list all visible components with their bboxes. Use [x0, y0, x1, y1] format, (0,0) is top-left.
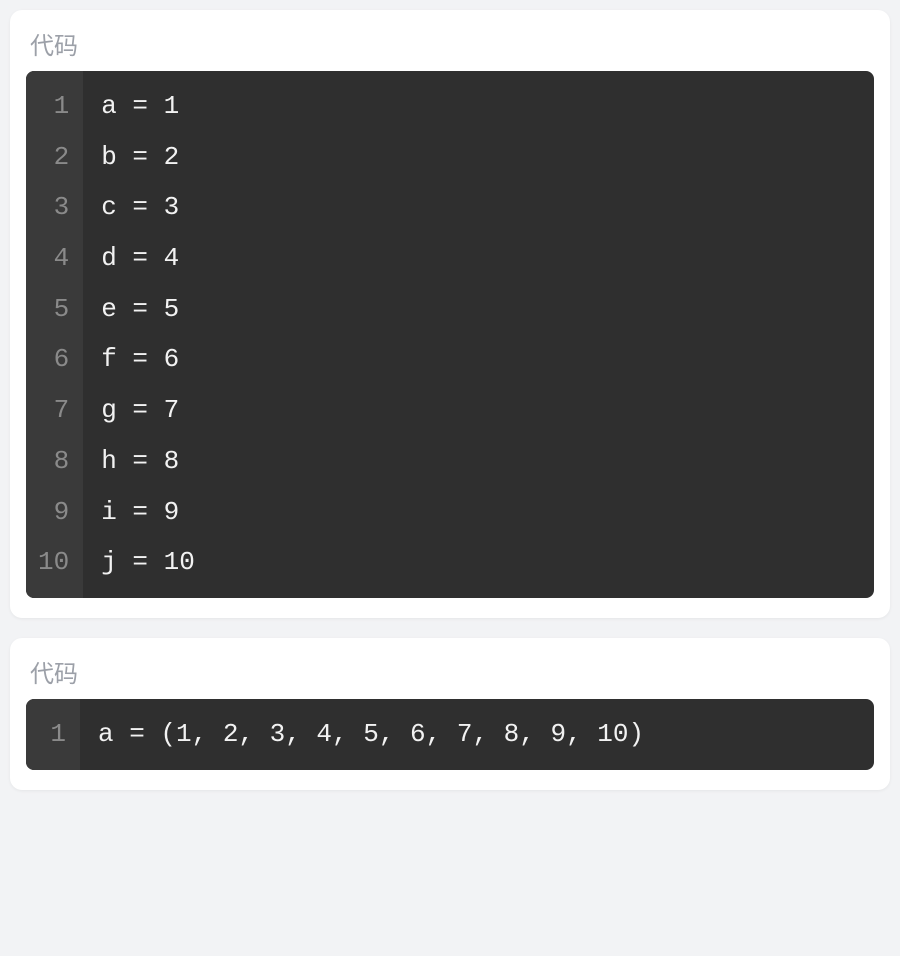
code-line: a = 1	[101, 91, 179, 121]
line-number: 4	[38, 233, 73, 284]
code-block: 1 a = (1, 2, 3, 4, 5, 6, 7, 8, 9, 10)	[26, 699, 874, 770]
line-number: 7	[38, 385, 73, 436]
code-card-title: 代码	[26, 22, 874, 71]
code-line: d = 4	[101, 243, 179, 273]
line-number: 1	[38, 709, 70, 760]
line-number: 2	[38, 132, 73, 183]
code-line: i = 9	[101, 497, 179, 527]
code-line: h = 8	[101, 446, 179, 476]
code-line: f = 6	[101, 344, 179, 374]
code-line: a = (1, 2, 3, 4, 5, 6, 7, 8, 9, 10)	[98, 719, 644, 749]
code-content[interactable]: a = (1, 2, 3, 4, 5, 6, 7, 8, 9, 10)	[80, 699, 874, 770]
line-number: 10	[38, 537, 73, 588]
code-line: b = 2	[101, 142, 179, 172]
code-line: g = 7	[101, 395, 179, 425]
code-line: c = 3	[101, 192, 179, 222]
line-number-gutter: 1 2 3 4 5 6 7 8 9 10	[26, 71, 83, 598]
line-number: 3	[38, 182, 73, 233]
code-card: 代码 1 a = (1, 2, 3, 4, 5, 6, 7, 8, 9, 10)	[10, 638, 890, 790]
line-number: 8	[38, 436, 73, 487]
line-number-gutter: 1	[26, 699, 80, 770]
line-number: 6	[38, 334, 73, 385]
line-number: 9	[38, 487, 73, 538]
code-card-title: 代码	[26, 650, 874, 699]
line-number: 5	[38, 284, 73, 335]
code-card: 代码 1 2 3 4 5 6 7 8 9 10 a = 1 b = 2 c = …	[10, 10, 890, 618]
code-line: e = 5	[101, 294, 179, 324]
code-line: j = 10	[101, 547, 195, 577]
line-number: 1	[38, 81, 73, 132]
code-content[interactable]: a = 1 b = 2 c = 3 d = 4 e = 5 f = 6 g = …	[83, 71, 874, 598]
code-block: 1 2 3 4 5 6 7 8 9 10 a = 1 b = 2 c = 3 d…	[26, 71, 874, 598]
